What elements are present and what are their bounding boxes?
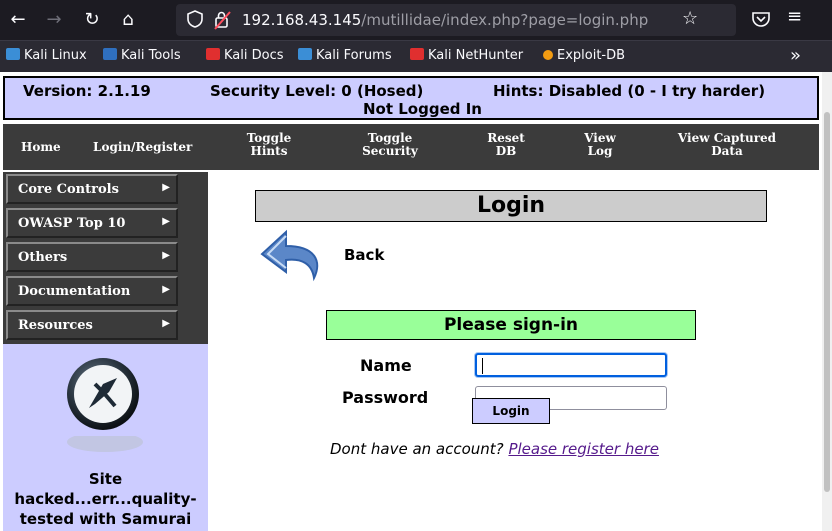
reload-icon[interactable]: ↻ bbox=[80, 8, 104, 32]
security-level-text: Security Level: 0 (Hosed) bbox=[210, 82, 424, 100]
triangle-right-icon: ▶ bbox=[162, 216, 170, 227]
triangle-right-icon: ▶ bbox=[162, 284, 170, 295]
logo-reflection bbox=[63, 432, 147, 456]
kali-dragon-icon bbox=[6, 48, 20, 60]
version-text: Version: 2.1.19 bbox=[23, 82, 151, 100]
pocket-icon[interactable] bbox=[750, 8, 772, 30]
bookmark-kali-forums[interactable]: Kali Forums bbox=[298, 48, 392, 63]
home-icon[interactable]: ⌂ bbox=[116, 8, 140, 32]
sidebar-item-resources[interactable]: Resources ▶ bbox=[6, 310, 178, 340]
status-bar: Version: 2.1.19 Security Level: 0 (Hosed… bbox=[3, 76, 819, 120]
menu-home[interactable]: Home bbox=[21, 141, 61, 154]
register-link[interactable]: Please register here bbox=[508, 440, 659, 458]
page-scrollbar[interactable] bbox=[822, 72, 832, 531]
tagline-line-1: Site bbox=[88, 470, 123, 488]
password-label: Password bbox=[342, 388, 429, 407]
triangle-right-icon: ▶ bbox=[162, 318, 170, 329]
triangle-right-icon: ▶ bbox=[162, 182, 170, 193]
kali-tools-icon bbox=[103, 48, 117, 60]
sidebar-item-documentation[interactable]: Documentation ▶ bbox=[6, 276, 178, 306]
kali-nethunter-icon bbox=[410, 48, 424, 60]
url-bar[interactable]: 192.168.43.145/mutillidae/index.php?page… bbox=[176, 4, 736, 36]
bookmark-kali-docs[interactable]: Kali Docs bbox=[206, 48, 284, 63]
name-label: Name bbox=[360, 356, 412, 375]
menu-icon[interactable]: ≡ bbox=[787, 6, 802, 27]
kali-docs-icon bbox=[206, 48, 220, 60]
exploit-db-icon bbox=[543, 50, 553, 60]
bookmark-exploit-db[interactable]: Exploit-DB bbox=[543, 48, 625, 63]
text-caret bbox=[482, 358, 483, 374]
page-viewport: Version: 2.1.19 Security Level: 0 (Hosed… bbox=[0, 72, 822, 531]
bookmarks-bar: Kali Linux Kali Tools Kali Docs Kali For… bbox=[0, 40, 832, 72]
sidebar-item-core-controls[interactable]: Core Controls ▶ bbox=[6, 174, 178, 204]
signin-header: Please sign-in bbox=[326, 310, 696, 340]
forward-arrow-icon[interactable]: → bbox=[42, 8, 66, 32]
hints-text: Hints: Disabled (0 - I try harder) bbox=[493, 82, 766, 100]
menu-view-log[interactable]: View Log bbox=[575, 132, 625, 158]
kali-forums-icon bbox=[298, 48, 312, 60]
bookmark-kali-nethunter[interactable]: Kali NetHunter bbox=[410, 48, 523, 63]
back-arrow-icon[interactable]: ← bbox=[6, 8, 30, 32]
bookmark-kali-tools[interactable]: Kali Tools bbox=[103, 48, 181, 63]
tagline-line-3: tested with Samurai bbox=[19, 510, 192, 528]
bookmark-kali-linux[interactable]: Kali Linux bbox=[6, 48, 87, 63]
back-arrow-icon[interactable] bbox=[258, 228, 328, 290]
menu-view-captured-data[interactable]: View Captured Data bbox=[671, 132, 783, 158]
browser-toolbar: ← → ↻ ⌂ 192.168.43.145/mutillidae/index.… bbox=[0, 0, 832, 40]
scroll-thumb[interactable] bbox=[824, 112, 830, 492]
back-link[interactable]: Back bbox=[344, 246, 384, 264]
menu-reset-db[interactable]: Reset DB bbox=[481, 132, 531, 158]
shield-icon[interactable] bbox=[186, 9, 204, 29]
overflow-chevron-icon[interactable]: » bbox=[790, 45, 801, 66]
sidebar-item-others[interactable]: Others ▶ bbox=[6, 242, 178, 272]
register-prompt: Dont have an account? Please register he… bbox=[330, 440, 659, 458]
name-input[interactable] bbox=[475, 353, 667, 377]
lock-warning-icon[interactable] bbox=[212, 9, 234, 31]
login-state-text: Not Logged In bbox=[363, 100, 482, 118]
menu-toggle-hints[interactable]: Toggle Hints bbox=[239, 132, 299, 158]
menu-login-register[interactable]: Login/Register bbox=[93, 141, 192, 154]
owasp-logo-icon bbox=[65, 356, 141, 432]
star-icon[interactable]: ☆ bbox=[682, 8, 698, 29]
menu-toggle-security[interactable]: Toggle Security bbox=[355, 132, 425, 158]
triangle-right-icon: ▶ bbox=[162, 250, 170, 261]
sidebar: Core Controls ▶ OWASP Top 10 ▶ Others ▶ Doc… bbox=[3, 172, 208, 531]
sidebar-item-owasp-top-10[interactable]: OWASP Top 10 ▶ bbox=[6, 208, 178, 238]
page-title: Login bbox=[255, 190, 767, 222]
url-text[interactable]: 192.168.43.145/mutillidae/index.php?page… bbox=[242, 11, 648, 29]
top-menu: Home Login/Register Toggle Hints Toggle Se… bbox=[3, 124, 819, 170]
sidebar-menu: Core Controls ▶ OWASP Top 10 ▶ Others ▶ Doc… bbox=[3, 172, 208, 344]
tagline-line-2: hacked...err...quality- bbox=[14, 490, 197, 508]
main-content: Login Back Please sign-in Name Password … bbox=[210, 172, 822, 531]
login-button[interactable]: Login bbox=[472, 398, 550, 424]
